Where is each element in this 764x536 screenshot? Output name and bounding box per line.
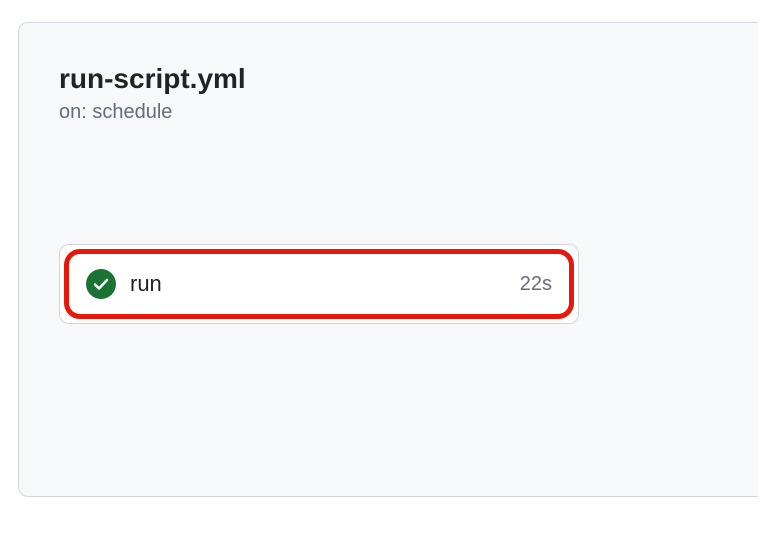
job-duration: 22s bbox=[520, 273, 552, 296]
workflow-panel: run-script.yml on: schedule run 22s bbox=[18, 22, 758, 497]
success-check-icon bbox=[86, 269, 116, 299]
job-name: run bbox=[130, 271, 506, 297]
job-card[interactable]: run 22s bbox=[59, 244, 579, 324]
workflow-title: run-script.yml bbox=[59, 63, 718, 95]
workflow-trigger: on: schedule bbox=[59, 101, 718, 124]
job-list: run 22s bbox=[59, 244, 579, 324]
job-row: run 22s bbox=[70, 255, 568, 313]
